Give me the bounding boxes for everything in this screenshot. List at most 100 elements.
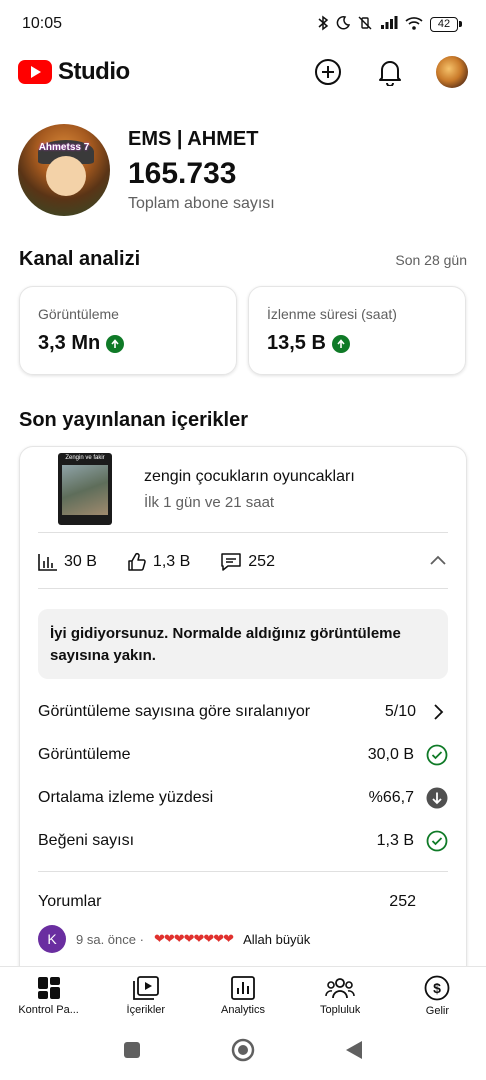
- likes-row: Beğeni sayısı 1,3 B: [38, 826, 448, 856]
- content-icon: [132, 975, 159, 1000]
- check-circle-icon: [426, 830, 448, 852]
- logo-text: Studio: [58, 58, 130, 85]
- analytics-period: Son 28 gün: [395, 251, 467, 268]
- stat-value: 3,3 Mn: [38, 332, 101, 354]
- video-metrics: 30 B 1,3 B 252: [38, 547, 448, 577]
- nav-dashboard[interactable]: Kontrol Pa...: [0, 967, 97, 1024]
- stat-value: 13,5 B: [267, 332, 326, 354]
- recents-button[interactable]: [123, 1041, 141, 1064]
- bar-chart-icon: [38, 554, 57, 571]
- dashboard-icon: [37, 976, 60, 999]
- nav-label: Kontrol Pa...: [18, 1003, 79, 1016]
- status-time: 10:05: [22, 15, 63, 32]
- stat-label: Görüntüleme: [38, 306, 119, 322]
- avg-watch-row: Ortalama izleme yüzdesi %66,7: [38, 783, 448, 813]
- subscriber-label: Toplam abone sayısı: [128, 194, 275, 212]
- channel-name: EMS | AHMET: [128, 127, 259, 150]
- circle-icon: [231, 1038, 255, 1061]
- status-icons: 42: [317, 15, 462, 34]
- account-avatar[interactable]: [436, 56, 468, 88]
- row-label: Görüntüleme sayısına göre sıralanıyor: [38, 703, 311, 720]
- comments-metric: 252: [220, 552, 275, 572]
- chevron-up-icon: [430, 555, 446, 565]
- commenter-avatar: K: [38, 925, 66, 953]
- trend-up-icon: [106, 334, 125, 353]
- youtube-studio-logo[interactable]: Studio: [18, 58, 130, 86]
- latest-comment[interactable]: K 9 sa. önce · ❤❤❤❤❤❤❤❤ Allah büyük: [38, 925, 310, 953]
- row-value: 30,0 B: [367, 746, 414, 763]
- row-label: Beğeni sayısı: [38, 832, 135, 849]
- battery-level: 42: [430, 16, 458, 32]
- bottom-nav: Kontrol Pa... İçerikler Analytics Toplul…: [0, 966, 486, 1024]
- row-label: Ortalama izleme yüzdesi: [38, 789, 214, 806]
- stat-label: İzlenme süresi (saat): [267, 306, 397, 322]
- nav-content[interactable]: İçerikler: [97, 967, 194, 1024]
- row-value: 1,3 B: [376, 832, 414, 849]
- video-title: zengin çocukların oyuncakları: [144, 467, 355, 485]
- square-icon: [124, 1041, 140, 1058]
- nav-earn[interactable]: $ Gelir: [389, 967, 486, 1024]
- arrow-down-circle-icon: [426, 787, 448, 809]
- vibrate-off-icon: [357, 16, 373, 33]
- likes-value: 1,3 B: [152, 553, 191, 570]
- comments-label: Yorumlar: [38, 893, 102, 910]
- channel-avatar[interactable]: Ahmetss 7: [18, 124, 110, 216]
- row-value: %66,7: [368, 789, 414, 806]
- wifi-icon: [405, 16, 423, 33]
- notifications-button[interactable]: [374, 56, 406, 88]
- trend-up-icon: [331, 334, 350, 353]
- comments-value: 252: [248, 553, 275, 570]
- nav-label: İçerikler: [126, 1003, 166, 1016]
- divider: [38, 588, 448, 589]
- comments-count: 252: [389, 893, 416, 910]
- divider: [38, 871, 448, 872]
- subscriber-count: 165.733: [128, 156, 237, 190]
- thumbs-up-icon: [128, 552, 146, 571]
- views-card[interactable]: Görüntüleme 3,3 Mn: [19, 286, 237, 375]
- create-button[interactable]: [312, 56, 344, 88]
- comment-time: 9 sa. önce ·: [76, 931, 144, 947]
- views-metric: 30 B: [38, 553, 97, 571]
- thumbnail-text: Zengin ve fakir: [65, 455, 105, 461]
- signal-icon: [380, 15, 398, 33]
- moon-icon: [336, 15, 351, 33]
- analytics-header: Kanal analizi Son 28 gün: [19, 248, 467, 271]
- comment-icon: [221, 553, 242, 571]
- recent-title: Son yayınlanan içerikler: [19, 409, 248, 431]
- views-value: 30 B: [64, 553, 97, 570]
- comment-text: Allah büyük: [243, 931, 311, 947]
- back-button[interactable]: [345, 1040, 363, 1065]
- collapse-button[interactable]: [428, 551, 448, 576]
- nav-label: Topluluk: [320, 1003, 361, 1016]
- comments-row[interactable]: Yorumlar 252: [38, 887, 416, 917]
- nav-analytics[interactable]: Analytics: [194, 967, 291, 1024]
- earn-icon: $: [425, 975, 450, 1000]
- latest-video-card: Zengin ve fakir zengin çocukların oyunca…: [19, 446, 467, 986]
- views-row: Görüntüleme 30,0 B: [38, 740, 448, 770]
- row-value: 5/10: [384, 703, 416, 720]
- divider: [38, 532, 448, 533]
- video-thumbnail[interactable]: Zengin ve fakir: [58, 453, 112, 525]
- video-age: İlk 1 gün ve 21 saat: [144, 493, 275, 511]
- chevron-right-icon: [434, 704, 444, 720]
- comment-hearts: ❤❤❤❤❤❤❤❤: [153, 931, 234, 946]
- nav-label: Gelir: [425, 1004, 450, 1017]
- avatar-tag: Ahmetss 7: [38, 142, 90, 153]
- bluetooth-icon: [317, 15, 329, 34]
- triangle-back-icon: [346, 1040, 362, 1059]
- youtube-play-icon: [18, 60, 52, 84]
- ranking-row[interactable]: Görüntüleme sayısına göre sıralanıyor 5/…: [38, 697, 448, 727]
- status-bar: 10:05 42: [0, 0, 486, 48]
- battery-icon: 42: [430, 16, 462, 32]
- likes-metric: 1,3 B: [127, 552, 190, 572]
- channel-header: Ahmetss 7 EMS | AHMET 165.733 Toplam abo…: [18, 120, 468, 220]
- watch-time-card[interactable]: İzlenme süresi (saat) 13,5 B: [248, 286, 466, 375]
- analytics-icon: [231, 975, 255, 1000]
- bell-icon: [379, 61, 401, 86]
- home-button[interactable]: [231, 1038, 255, 1067]
- nav-community[interactable]: Topluluk: [292, 967, 389, 1024]
- video-row[interactable]: Zengin ve fakir zengin çocukların oyunca…: [58, 453, 355, 525]
- performance-insight: İyi gidiyorsunuz. Normalde aldığınız gör…: [38, 609, 448, 679]
- nav-label: Analytics: [220, 1003, 266, 1016]
- analytics-title: Kanal analizi: [19, 248, 141, 270]
